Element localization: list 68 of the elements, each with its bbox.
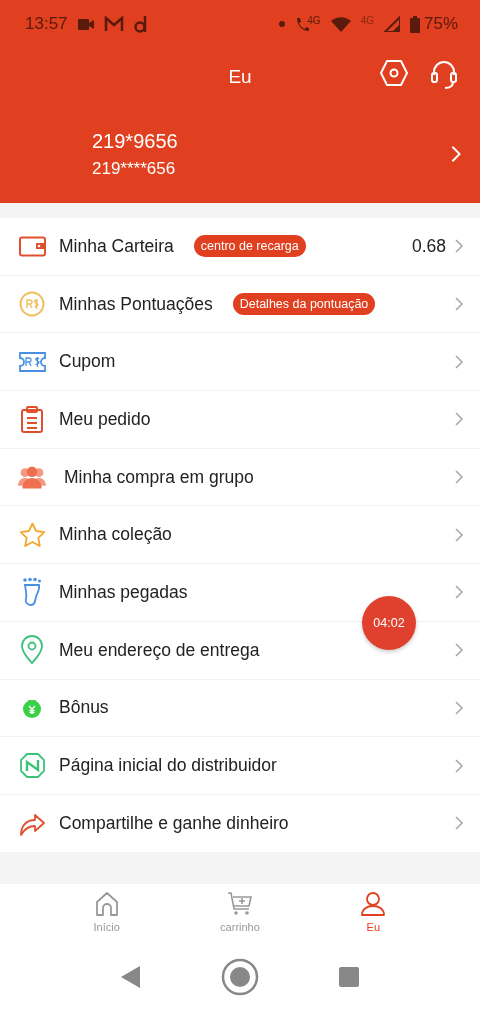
clock: 13:57 (25, 14, 68, 34)
network-label: 4G (360, 14, 374, 26)
badge-link[interactable]: Detalhes da pontuação (232, 293, 376, 316)
battery-percent: 75% (423, 14, 458, 34)
home-icon (93, 891, 120, 917)
menu-item[interactable]: Bônus (0, 679, 480, 738)
chevron-right-icon (454, 353, 464, 370)
menu-label: Bônus (59, 697, 109, 719)
back-icon[interactable] (121, 966, 141, 988)
wifi-icon (330, 16, 351, 32)
wallet-balance: 0.68 (411, 235, 446, 257)
tab-label: Eu (366, 921, 381, 933)
user-name: 219*9656 (92, 129, 179, 153)
tab-label: Início (93, 921, 120, 933)
chevron-right-icon (454, 815, 464, 832)
chevron-right-icon (454, 584, 464, 601)
menu-item[interactable]: Compartilhe e ganhe dinheiro (0, 794, 480, 853)
menu-label: Minha coleção (59, 524, 172, 546)
menu-item[interactable]: Cupom (0, 333, 480, 392)
menu-item[interactable]: Minhas Pontuações Detalhes da pontuação (0, 275, 480, 334)
coin-icon (19, 291, 45, 318)
headset-icon[interactable] (430, 60, 458, 90)
chevron-right-icon (454, 411, 464, 428)
cart-icon (227, 891, 253, 917)
network-label: 4G (307, 14, 321, 26)
signal-icon (383, 16, 400, 32)
menu-item[interactable]: Minha compra em grupo (0, 448, 480, 507)
location-pin-icon (20, 635, 44, 666)
chevron-right-icon (454, 757, 464, 774)
menu-label: Meu pedido (59, 408, 151, 430)
chevron-right-icon (454, 642, 464, 659)
menu-item[interactable]: Página inicial do distribuidor (0, 737, 480, 795)
page-title: Eu (228, 65, 252, 88)
nav-tab[interactable]: Eu (328, 884, 419, 944)
menu-item[interactable]: Minha Carteira centro de recarga 0.68 (0, 218, 480, 276)
footprint-icon (22, 577, 42, 608)
menu-label: Minha Carteira (59, 235, 174, 257)
phone-number: 219****656 (92, 158, 177, 179)
video-camera-icon (77, 18, 94, 30)
menu-item[interactable]: Minha coleção (0, 506, 480, 565)
menu-label: Cupom (59, 351, 116, 373)
badge-link[interactable]: centro de recarga (193, 235, 306, 258)
menu-label: Página inicial do distribuidor (59, 755, 277, 777)
home-button-icon[interactable] (221, 958, 259, 996)
chevron-right-icon (454, 296, 464, 313)
star-icon (18, 521, 46, 548)
menu-label: Meu endereço de entrega (59, 639, 260, 661)
dot-icon (279, 21, 286, 27)
battery-icon (409, 15, 420, 33)
menu-label: Compartilhe e ganhe dinheiro (59, 812, 289, 834)
app-logo-icon (133, 15, 148, 33)
chevron-right-icon (454, 699, 464, 716)
coupon-icon (18, 350, 46, 373)
menu-item[interactable]: Meu pedido (0, 391, 480, 449)
distributor-icon (18, 752, 46, 780)
menu-label: Minhas pegadas (59, 581, 188, 603)
chevron-right-icon (454, 526, 464, 543)
menu-label: Minha compra em grupo (64, 466, 254, 488)
tab-label: carrinho (220, 921, 260, 933)
clipboard-icon (21, 405, 43, 433)
settings-icon[interactable] (380, 60, 408, 86)
chevron-right-icon (450, 144, 462, 164)
chevron-right-icon (454, 238, 464, 255)
chevron-right-icon (454, 469, 464, 486)
mail-app-icon (103, 16, 124, 32)
menu-label: Minhas Pontuações (59, 293, 213, 315)
wallet-icon (18, 235, 46, 257)
user-icon (360, 891, 387, 917)
